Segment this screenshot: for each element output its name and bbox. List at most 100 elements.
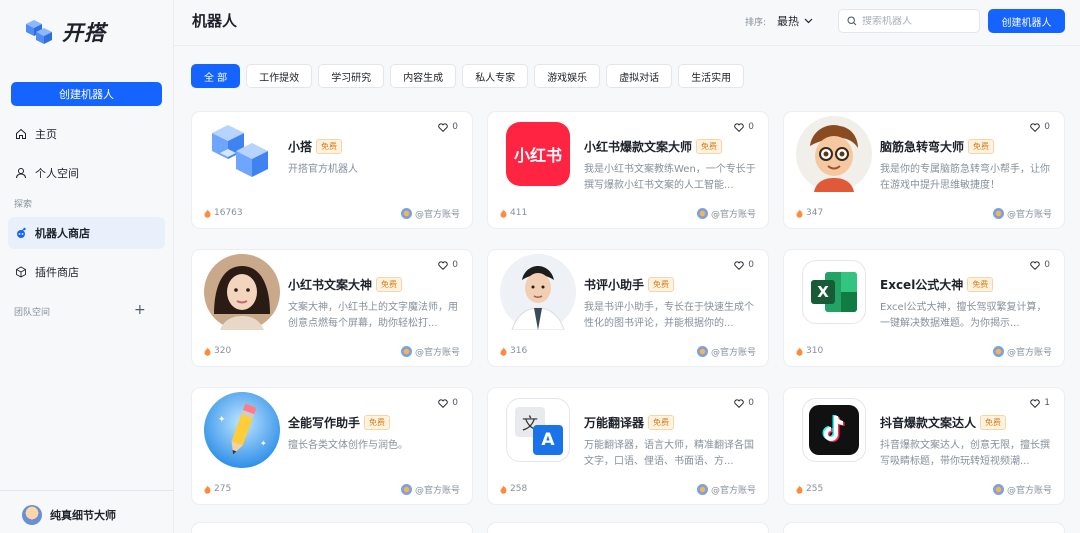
like-button[interactable]: 0: [734, 260, 754, 270]
heat-value: 347: [806, 208, 824, 218]
create-bot-button-sidebar[interactable]: 创建机器人: [11, 82, 162, 106]
owner-label[interactable]: @官方账号: [696, 345, 756, 358]
cartoon-boy-avatar: [796, 116, 872, 192]
owner-label[interactable]: @官方账号: [400, 345, 460, 358]
heat-count: 275: [204, 484, 231, 494]
search-input[interactable]: [862, 15, 972, 27]
fire-icon: [796, 346, 803, 356]
free-badge: 免费: [967, 277, 994, 292]
like-button[interactable]: 1: [1030, 398, 1050, 408]
bot-card-partial[interactable]: [191, 522, 473, 533]
heart-icon: [734, 260, 745, 270]
sidebar-item-bot-store[interactable]: 机器人商店: [8, 217, 165, 249]
owner-label[interactable]: @官方账号: [400, 207, 460, 220]
like-button[interactable]: 0: [734, 122, 754, 132]
tab-content[interactable]: 内容生成: [390, 64, 457, 88]
home-icon: [16, 128, 26, 139]
sidebar-item-label: 机器人商店: [35, 227, 90, 240]
tab-game[interactable]: 游戏娱乐: [534, 64, 601, 88]
brand-logo[interactable]: 开搭: [24, 16, 106, 48]
sidebar-item-plugin-store[interactable]: 插件商店: [8, 256, 165, 288]
category-tabs: 全 部 工作提效 学习研究 内容生成 私人专家 游戏娱乐 虚拟对话 生活实用: [191, 64, 745, 88]
bot-card[interactable]: 书评小助手 免费 我是书评小助手，专长在于快速生成个性化的图书评论，并能根据你的…: [487, 249, 769, 367]
bot-card[interactable]: ✦ ✦ 全能写作助手 免费 擅长各类文体创作与润色。 0 275 @官方账号: [191, 387, 473, 505]
bot-card-partial[interactable]: [487, 522, 769, 533]
tab-work[interactable]: 工作提效: [246, 64, 313, 88]
bot-card[interactable]: 小红书文案大神 免费 文案大神，小红书上的文字魔法师，用创意点燃每个屏幕，助你轻…: [191, 249, 473, 367]
bot-card[interactable]: X Excel公式大神 免费 Excel公式大神，擅长驾驭繁复计算，一键解决数据…: [783, 249, 1065, 367]
bot-card[interactable]: 小搭 免费 开搭官方机器人 0 16763 @官方账号: [191, 111, 473, 229]
heat-value: 411: [510, 208, 528, 218]
heat-count: 310: [796, 346, 823, 356]
owner-label[interactable]: @官方账号: [992, 483, 1052, 496]
sort-label: 排序:: [745, 18, 767, 28]
bot-card[interactable]: 抖音爆款文案达人 免费 抖音爆款文案达人，创意无限，擅长撰写吸睛标题，带你玩转短…: [783, 387, 1065, 505]
bot-icon: [796, 116, 872, 192]
tab-chat[interactable]: 虚拟对话: [606, 64, 673, 88]
bot-name: 脑筋急转弯大师: [880, 140, 965, 154]
free-badge: 免费: [696, 139, 723, 154]
bot-card[interactable]: 小红书 小红书爆款文案大师 免费 我是小红书文案教练Wen，一个专长于撰写爆款小…: [487, 111, 769, 229]
fire-icon: [204, 208, 211, 218]
like-count: 1: [1044, 398, 1050, 408]
bot-icon: ✦ ✦: [204, 392, 280, 468]
free-badge: 免费: [376, 277, 403, 292]
bot-card[interactable]: 脑筋急转弯大师 免费 我是你的专属脑筋急转弯小帮手，让你在游戏中提升思维敏捷度！…: [783, 111, 1065, 229]
like-count: 0: [748, 260, 754, 270]
heart-icon: [1030, 260, 1041, 270]
fire-icon: [500, 346, 507, 356]
user-profile[interactable]: 纯真细节大师: [0, 490, 174, 525]
bot-card-partial[interactable]: [783, 522, 1065, 533]
heat-count: 320: [204, 346, 231, 356]
xiaohongshu-icon: 小红书: [506, 122, 570, 186]
man-portrait-avatar: [500, 254, 576, 330]
bot-name: 小红书爆款文案大师: [584, 140, 693, 154]
heat-count: 411: [500, 208, 527, 218]
add-team-button[interactable]: +: [134, 302, 146, 318]
owner-label[interactable]: @官方账号: [992, 207, 1052, 220]
user-name: 纯真细节大师: [50, 509, 116, 522]
like-button[interactable]: 0: [1030, 260, 1050, 270]
bot-description: 擅长各类文体创作与润色。: [288, 440, 408, 451]
owner-avatar: [696, 208, 708, 219]
sidebar-item-label: 插件商店: [35, 266, 79, 279]
sort-value: 最热: [777, 15, 799, 28]
create-bot-button[interactable]: 创建机器人: [988, 9, 1065, 33]
bot-store-content: 全 部 工作提效 学习研究 内容生成 私人专家 游戏娱乐 虚拟对话 生活实用 小…: [174, 46, 1080, 533]
heart-icon: [438, 260, 449, 270]
bot-name: 全能写作助手: [288, 416, 361, 430]
like-button[interactable]: 0: [1030, 122, 1050, 132]
svg-text:✦: ✦: [218, 415, 226, 425]
free-badge: 免费: [980, 415, 1007, 430]
heat-value: 16763: [214, 208, 243, 218]
like-button[interactable]: 0: [438, 122, 458, 132]
owner-label[interactable]: @官方账号: [696, 483, 756, 496]
sort-dropdown[interactable]: 最热: [777, 13, 813, 29]
like-button[interactable]: 0: [734, 398, 754, 408]
owner-name: @官方账号: [414, 486, 460, 496]
owner-label[interactable]: @官方账号: [992, 345, 1052, 358]
pencil-icon: ✦ ✦: [204, 392, 280, 468]
fire-icon: [204, 346, 211, 356]
owner-avatar: [400, 484, 412, 495]
heat-count: 255: [796, 484, 823, 494]
tab-all[interactable]: 全 部: [191, 64, 241, 88]
owner-label[interactable]: @官方账号: [400, 483, 460, 496]
bot-card[interactable]: 文 A 万能翻译器 免费 万能翻译器，语言大师，精准翻译各国文字，口语、俚语、书…: [487, 387, 769, 505]
sidebar-item-home[interactable]: 主页: [8, 118, 165, 150]
tab-life[interactable]: 生活实用: [678, 64, 745, 88]
search-box[interactable]: [838, 9, 980, 33]
cube-icon: [16, 266, 26, 278]
sidebar-item-label: 主页: [35, 128, 57, 141]
tab-expert[interactable]: 私人专家: [462, 64, 529, 88]
heart-icon: [438, 398, 449, 408]
tab-study[interactable]: 学习研究: [318, 64, 385, 88]
like-button[interactable]: 0: [438, 398, 458, 408]
owner-label[interactable]: @官方账号: [696, 207, 756, 220]
sidebar-item-personal[interactable]: 个人空间: [8, 157, 165, 189]
heat-value: 255: [806, 484, 824, 494]
page-title: 机器人: [192, 12, 238, 30]
heat-value: 316: [510, 346, 528, 356]
like-button[interactable]: 0: [438, 260, 458, 270]
bot-name: 抖音爆款文案达人: [880, 416, 977, 430]
